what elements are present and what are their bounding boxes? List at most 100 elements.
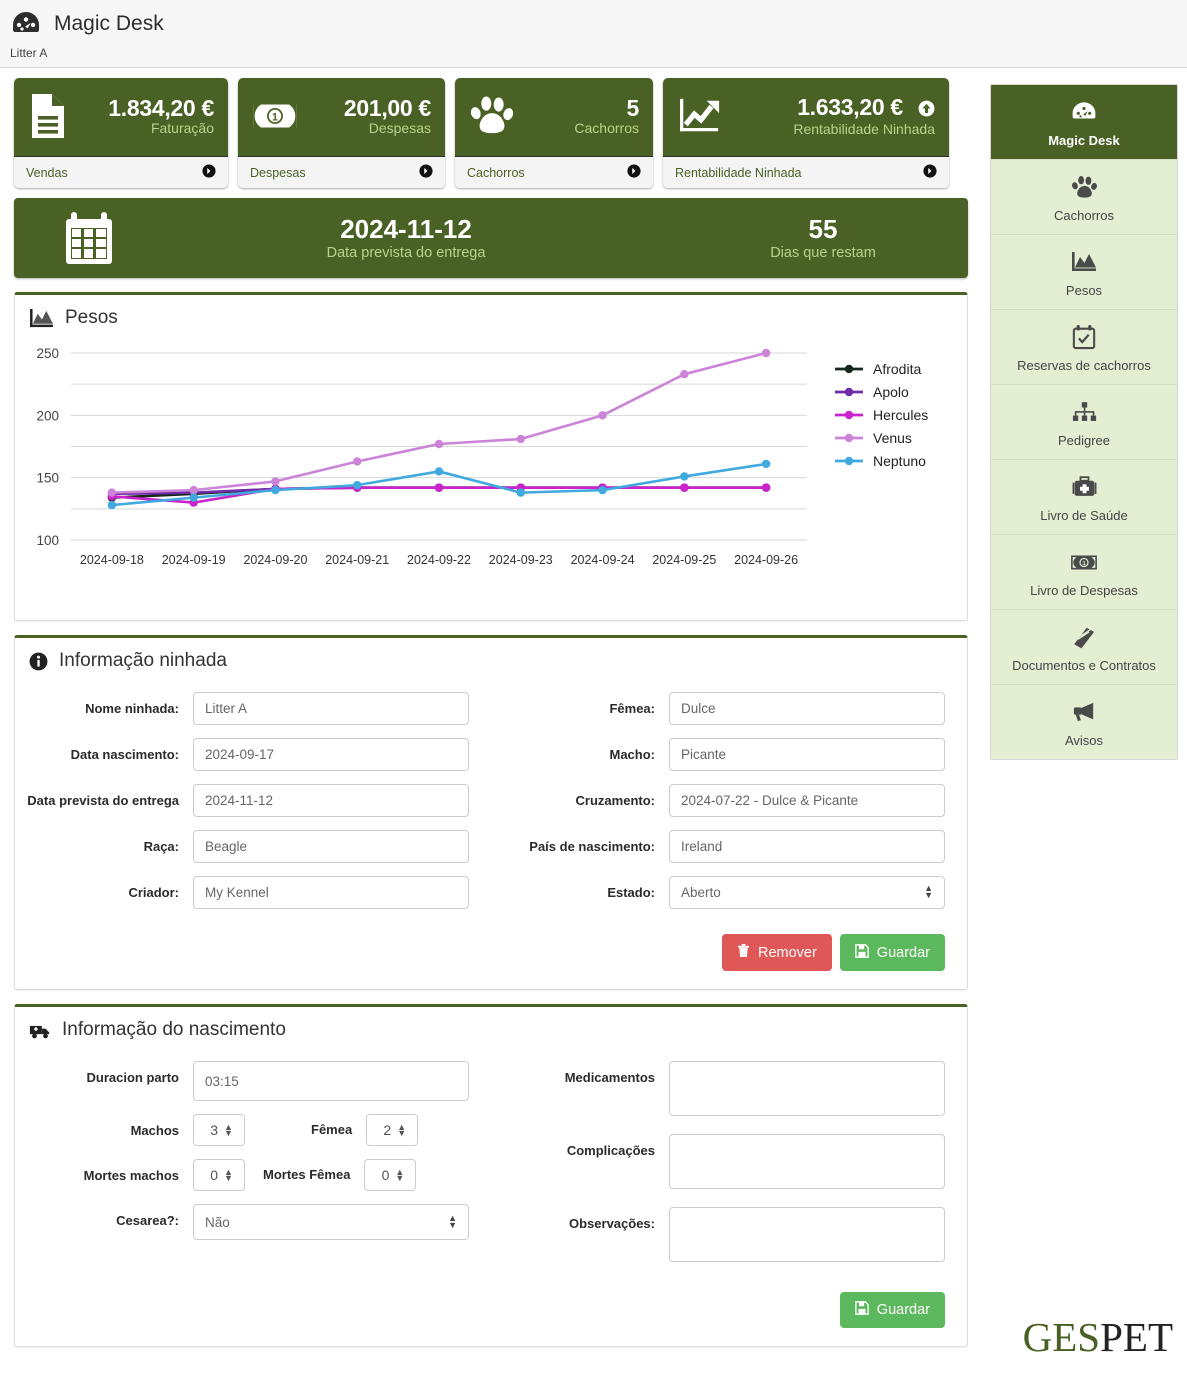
- sidebar-item-documentos-e-contratos[interactable]: Documentos e Contratos: [991, 610, 1177, 685]
- calendar-check-icon: [995, 323, 1173, 351]
- field-row-raca: Raça:: [15, 830, 491, 863]
- save-birth-button[interactable]: Guardar: [839, 1292, 945, 1328]
- brand-row: Magic Desk: [0, 0, 1187, 40]
- field-row-criador: Criador:: [15, 876, 491, 909]
- kpi-text: 1.633,20 € Rentabilidade Ninhada: [739, 95, 935, 136]
- data-nascimento-input[interactable]: [193, 738, 469, 771]
- field-label: Observações:: [569, 1216, 655, 1231]
- svg-text:2024-09-23: 2024-09-23: [489, 553, 553, 567]
- pais-nascimento-input[interactable]: [669, 830, 945, 863]
- save-icon: [854, 1301, 869, 1319]
- duracion-parto-input[interactable]: [193, 1061, 469, 1101]
- sidebar-item-pesos[interactable]: Pesos: [991, 235, 1177, 310]
- kpi-footer[interactable]: Rentabilidade Ninhada: [663, 156, 949, 188]
- observacoes-textarea[interactable]: [669, 1207, 945, 1262]
- kpi-footer[interactable]: Despesas: [238, 156, 445, 188]
- arrow-circle-up-icon: [918, 97, 935, 122]
- save-litter-button[interactable]: Guardar: [839, 934, 945, 971]
- medicamentos-textarea[interactable]: [669, 1061, 945, 1116]
- kpi-card-despesas[interactable]: 1 201,00 € Despesas Despesas: [238, 78, 445, 188]
- kpi-footer[interactable]: Vendas: [14, 156, 228, 188]
- spinner-arrows-icon[interactable]: ▲ ▼: [224, 1123, 233, 1138]
- kpi-card-faturacao[interactable]: 1.834,20 € Faturação Vendas: [14, 78, 228, 188]
- femea-input[interactable]: [669, 692, 945, 725]
- field-row-estado: Estado: ▲▼: [491, 876, 967, 909]
- nome-ninhada-input[interactable]: [193, 692, 469, 725]
- cesarea-select[interactable]: [193, 1204, 469, 1240]
- panel-header: Informação ninhada: [15, 638, 967, 678]
- femea-input[interactable]: [367, 1121, 394, 1139]
- arrow-circle-right-icon: [923, 164, 937, 181]
- raca-input[interactable]: [193, 830, 469, 863]
- sidebar-item-cachorros[interactable]: Cachorros: [991, 160, 1177, 235]
- megaphone-icon: [995, 698, 1173, 726]
- kpi-card-cachorros[interactable]: 5 Cachorros Cachorros: [455, 78, 653, 188]
- paw-icon: [469, 95, 515, 137]
- mortes-machos-stepper[interactable]: ▲▼: [193, 1159, 245, 1191]
- save-birth-button-label: Guardar: [876, 1302, 930, 1318]
- sidebar-item-avisos[interactable]: Avisos: [991, 685, 1177, 759]
- banknote-icon: 1: [995, 548, 1173, 576]
- right-sidebar: Magic Desk Cachorros Pesos Reservas de c…: [990, 84, 1178, 760]
- due-date-banner: 2024-11-12 Data prevista do entrega 55 D…: [14, 198, 968, 278]
- field-label: Criador:: [128, 885, 179, 900]
- panel-header: Pesos: [15, 295, 967, 335]
- arrow-circle-right-icon: [627, 164, 641, 181]
- data-prevista-input[interactable]: [193, 784, 469, 817]
- field-row-machos-femea: Machos ▲▼ Fêmea ▲▼: [15, 1114, 491, 1146]
- sidebar-item-magic-desk[interactable]: Magic Desk: [991, 85, 1177, 160]
- mortes-machos-input[interactable]: [194, 1166, 220, 1184]
- main-content: 1.834,20 € Faturação Vendas 1 201,00 € D…: [0, 68, 982, 1347]
- remove-button[interactable]: Remover: [721, 934, 832, 971]
- panel-title: Informação do nascimento: [62, 1019, 286, 1040]
- due-date-value: 2024-11-12: [340, 213, 472, 244]
- svg-text:2024-09-26: 2024-09-26: [734, 553, 798, 567]
- field-label: Data nascimento:: [70, 747, 179, 762]
- banner-days-left: 55 Dias que restam: [678, 214, 968, 262]
- sidebar-item-reservas-de-cachorros[interactable]: Reservas de cachorros: [991, 310, 1177, 385]
- svg-text:2024-09-24: 2024-09-24: [571, 553, 635, 567]
- sidebar-item-livro-de-saude[interactable]: Livro de Saúde: [991, 460, 1177, 535]
- mortes-femea-stepper[interactable]: ▲▼: [364, 1159, 417, 1191]
- spinner-arrows-icon[interactable]: ▲ ▼: [395, 1168, 404, 1183]
- kpi-text: 1.834,20 € Faturação: [82, 96, 214, 136]
- svg-text:Afrodita: Afrodita: [873, 361, 921, 377]
- kpi-card-row: 1.834,20 € Faturação Vendas 1 201,00 € D…: [0, 68, 982, 188]
- field-row-nome-ninhada: Nome ninhada:: [15, 692, 491, 725]
- field-label: Macho:: [609, 747, 656, 762]
- field-row-observacoes: Observações:: [491, 1207, 967, 1267]
- kpi-label: Despesas: [368, 119, 431, 136]
- macho-input[interactable]: [669, 738, 945, 771]
- kpi-card-rentabilidade[interactable]: 1.633,20 € Rentabilidade Ninhada Rentabi…: [663, 78, 949, 188]
- birth-form-right-column: Medicamentos Complicações Observações:: [491, 1061, 967, 1280]
- kpi-footer[interactable]: Cachorros: [455, 156, 653, 188]
- kpi-text: 5 Cachorros: [529, 96, 639, 136]
- complicacoes-textarea[interactable]: [669, 1134, 945, 1189]
- criador-input[interactable]: [193, 876, 469, 909]
- field-label: Complicações: [566, 1143, 655, 1158]
- sidebar-item-label: Pedigree: [1057, 433, 1111, 448]
- kpi-value: 1.633,20 €: [739, 95, 935, 121]
- svg-text:Venus: Venus: [873, 430, 912, 446]
- spinner-arrows-icon[interactable]: ▲ ▼: [224, 1168, 233, 1183]
- field-label: Mortes Fêmea: [263, 1166, 351, 1182]
- machos-stepper[interactable]: ▲▼: [193, 1114, 245, 1146]
- cruzamento-input[interactable]: [669, 784, 945, 817]
- machos-input[interactable]: [194, 1121, 220, 1139]
- kpi-footer-label: Cachorros: [467, 165, 525, 180]
- sidebar-item-pedigree[interactable]: Pedigree: [991, 385, 1177, 460]
- chart-svg: 100 150 200 250 2024-09-18 2024-09-19 2024-09-…: [36, 346, 928, 567]
- sidebar-item-livro-de-despesas[interactable]: 1 Livro de Despesas: [991, 535, 1177, 610]
- mortes-femea-input[interactable]: [365, 1166, 392, 1184]
- kpi-card-body: 1 201,00 € Despesas: [238, 78, 445, 156]
- save-litter-button-label: Guardar: [876, 944, 930, 961]
- estado-select[interactable]: [669, 876, 945, 909]
- page-title: Magic Desk: [54, 12, 164, 35]
- field-label: Cruzamento:: [575, 793, 655, 808]
- panel-header: Informação do nascimento: [15, 1007, 967, 1047]
- spinner-arrows-icon[interactable]: ▲ ▼: [397, 1123, 406, 1138]
- femea-stepper[interactable]: ▲▼: [366, 1114, 419, 1146]
- svg-text:2024-09-22: 2024-09-22: [407, 553, 471, 567]
- birth-info-panel: Informação do nascimento Duracion parto …: [14, 1004, 968, 1347]
- field-label: Medicamentos: [564, 1070, 655, 1085]
